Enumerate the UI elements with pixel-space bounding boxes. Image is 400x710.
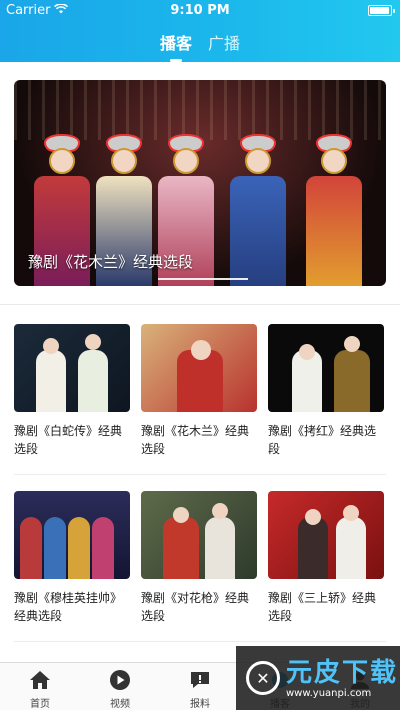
status-time: 9:10 PM [170, 3, 230, 18]
row-divider [14, 641, 386, 642]
program-card[interactable]: 豫剧《对花枪》经典选段 [141, 491, 257, 625]
program-title[interactable]: 豫剧《对花枪》经典选段 [141, 589, 257, 625]
program-title[interactable]: 豫剧《白蛇传》经典选段 [14, 422, 130, 458]
top-tabs: 播客 广播 [0, 30, 400, 62]
banner-performer [306, 134, 362, 286]
watermark-url: www.yuanpi.com [286, 687, 372, 699]
watermark-brand: 元皮下载 [286, 657, 399, 688]
watermark: ✕ 元皮下载 www.yuanpi.com [236, 646, 400, 710]
play-icon [108, 669, 132, 691]
program-title[interactable]: 豫剧《拷红》经典选段 [268, 422, 384, 458]
banner-caption: 豫剧《花木兰》经典选段 [28, 253, 194, 271]
tabbar-video-label: 视频 [110, 699, 130, 710]
program-title[interactable]: 豫剧《三上轿》经典选段 [268, 589, 384, 625]
program-thumbnail[interactable] [141, 324, 257, 412]
battery-icon [368, 5, 395, 16]
carousel-indicator [158, 278, 248, 280]
app-header: Carrier 9:10 PM 播客 广播 [0, 0, 400, 62]
program-card[interactable]: 豫剧《白蛇传》经典选段 [14, 324, 130, 458]
watermark-text: 元皮下载 www.yuanpi.com [286, 658, 398, 699]
stage-lights [14, 80, 386, 140]
program-title[interactable]: 豫剧《穆桂英挂帅》经典选段 [14, 589, 130, 625]
banner-carousel[interactable]: 豫剧《花木兰》经典选段 [14, 80, 386, 286]
tabbar-report[interactable]: 报料 [160, 663, 240, 710]
program-card[interactable]: 豫剧《花木兰》经典选段 [141, 324, 257, 458]
program-thumbnail[interactable] [14, 324, 130, 412]
section-divider [0, 304, 400, 305]
watermark-logo-icon: ✕ [246, 661, 280, 695]
program-card[interactable]: 豫剧《拷红》经典选段 [268, 324, 384, 458]
tabbar-home-label: 首页 [30, 699, 50, 710]
tab-radio[interactable]: 广播 [208, 30, 240, 62]
home-icon [28, 669, 52, 691]
program-card[interactable]: 豫剧《三上轿》经典选段 [268, 491, 384, 625]
battery-fill [370, 7, 389, 14]
banner-performer [230, 134, 286, 286]
program-grid: 豫剧《白蛇传》经典选段 豫剧《花木兰》经典选段 豫剧《拷红》经典选段 豫剧《穆桂… [14, 324, 386, 658]
tabbar-report-label: 报料 [190, 699, 210, 710]
tabbar-home[interactable]: 首页 [0, 663, 80, 710]
program-thumbnail[interactable] [141, 491, 257, 579]
row-divider [14, 474, 386, 475]
program-thumbnail[interactable] [268, 491, 384, 579]
tab-podcast[interactable]: 播客 [160, 30, 192, 62]
status-bar: Carrier 9:10 PM [0, 0, 400, 22]
tabbar-video[interactable]: 视频 [80, 663, 160, 710]
program-thumbnail[interactable] [14, 491, 130, 579]
grid-row: 豫剧《穆桂英挂帅》经典选段 豫剧《对花枪》经典选段 豫剧《三上轿》经典选段 [14, 491, 386, 625]
program-title[interactable]: 豫剧《花木兰》经典选段 [141, 422, 257, 458]
report-icon [188, 669, 212, 691]
grid-row: 豫剧《白蛇传》经典选段 豫剧《花木兰》经典选段 豫剧《拷红》经典选段 [14, 324, 386, 458]
program-thumbnail[interactable] [268, 324, 384, 412]
program-card[interactable]: 豫剧《穆桂英挂帅》经典选段 [14, 491, 130, 625]
